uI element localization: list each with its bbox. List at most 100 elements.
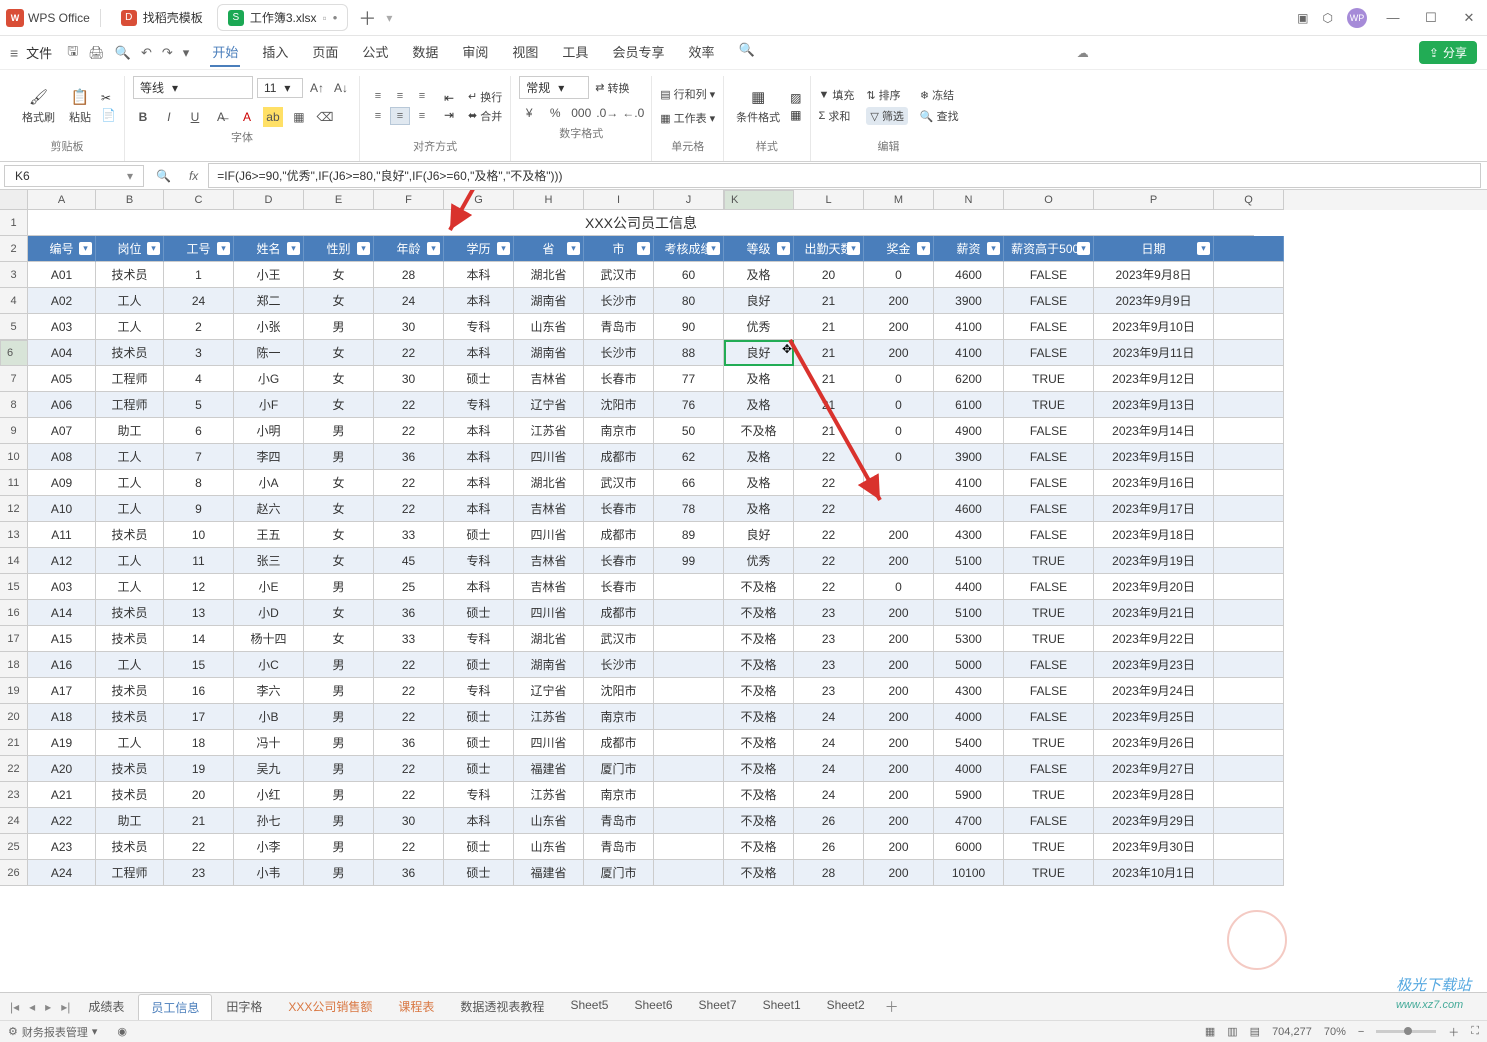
column-header-cell[interactable]: 工号▾ xyxy=(164,236,234,262)
data-cell[interactable]: 男 xyxy=(304,444,374,470)
data-cell[interactable]: 及格 xyxy=(724,496,794,522)
sheet-tab[interactable]: Sheet6 xyxy=(622,994,684,1020)
filter-dropdown-icon[interactable]: ▾ xyxy=(917,242,930,255)
data-cell[interactable]: 22 xyxy=(374,834,444,860)
align-right[interactable]: ≡ xyxy=(412,107,432,125)
empty-cell[interactable] xyxy=(1214,392,1284,418)
data-cell[interactable]: FALSE xyxy=(1004,496,1094,522)
data-cell[interactable]: 21 xyxy=(794,366,864,392)
data-cell[interactable]: 男 xyxy=(304,808,374,834)
tab-insert[interactable]: 插入 xyxy=(260,38,290,67)
data-cell[interactable]: 25 xyxy=(374,574,444,600)
data-cell[interactable]: 长春市 xyxy=(584,496,654,522)
next-sheet-icon[interactable]: ▸ xyxy=(41,1000,55,1014)
data-cell[interactable]: 郑二 xyxy=(234,288,304,314)
data-cell[interactable] xyxy=(654,652,724,678)
tab-page[interactable]: 页面 xyxy=(310,38,340,67)
data-cell[interactable]: 湖南省 xyxy=(514,652,584,678)
data-cell[interactable]: A15 xyxy=(28,626,96,652)
data-cell[interactable]: 小B xyxy=(234,704,304,730)
col-header-B[interactable]: B xyxy=(96,190,164,210)
convert-button[interactable]: ⇄转换 xyxy=(595,76,629,99)
data-cell[interactable]: TRUE xyxy=(1004,392,1094,418)
data-cell[interactable]: 四川省 xyxy=(514,600,584,626)
close-button[interactable]: ✕ xyxy=(1457,10,1481,26)
thousands-icon[interactable]: 000 xyxy=(571,103,591,123)
row-header[interactable]: 5 xyxy=(0,314,28,340)
data-cell[interactable]: 长春市 xyxy=(584,366,654,392)
data-cell[interactable]: 李六 xyxy=(234,678,304,704)
align-top-center[interactable]: ≡ xyxy=(390,87,410,105)
cell-style-icon[interactable]: ▨ xyxy=(790,91,801,105)
tab-menu-dropdown[interactable]: ▾ xyxy=(386,11,392,25)
data-cell[interactable]: 0 xyxy=(864,392,934,418)
data-cell[interactable]: 武汉市 xyxy=(584,470,654,496)
data-cell[interactable]: 200 xyxy=(864,704,934,730)
data-cell[interactable]: 女 xyxy=(304,548,374,574)
currency-icon[interactable]: ¥ xyxy=(519,103,539,123)
col-header-M[interactable]: M xyxy=(864,190,934,210)
tab-data[interactable]: 数据 xyxy=(410,38,440,67)
col-header-C[interactable]: C xyxy=(164,190,234,210)
data-cell[interactable] xyxy=(654,600,724,626)
undo-icon[interactable]: ↶ xyxy=(141,45,152,61)
data-cell[interactable]: 小C xyxy=(234,652,304,678)
row-header[interactable]: 16 xyxy=(0,600,28,626)
data-cell[interactable]: 本科 xyxy=(444,288,514,314)
sheet-tab[interactable]: Sheet5 xyxy=(558,994,620,1020)
decrease-font-icon[interactable]: A↓ xyxy=(331,78,351,98)
doc-tab-workbook[interactable]: S 工作簿3.xlsx ▫ • xyxy=(217,4,349,31)
data-cell[interactable]: 湖北省 xyxy=(514,470,584,496)
data-cell[interactable]: 8 xyxy=(164,470,234,496)
data-cell[interactable]: 女 xyxy=(304,288,374,314)
filter-dropdown-icon[interactable]: ▾ xyxy=(847,242,860,255)
data-cell[interactable]: 0 xyxy=(864,262,934,288)
data-cell[interactable]: 60 xyxy=(654,262,724,288)
col-header-O[interactable]: O xyxy=(1004,190,1094,210)
data-cell[interactable]: 3900 xyxy=(934,288,1004,314)
data-cell[interactable]: 2023年9月9日 xyxy=(1094,288,1214,314)
column-header-cell[interactable]: 岗位▾ xyxy=(96,236,164,262)
sheet-tab[interactable]: Sheet7 xyxy=(687,994,749,1020)
data-cell[interactable]: 女 xyxy=(304,392,374,418)
data-cell[interactable]: 4600 xyxy=(934,262,1004,288)
sheet-tab[interactable]: 成绩表 xyxy=(76,994,136,1020)
row-header[interactable]: 23 xyxy=(0,782,28,808)
data-cell[interactable]: 专科 xyxy=(444,392,514,418)
data-cell[interactable]: 工程师 xyxy=(96,860,164,886)
table-title[interactable]: XXX公司员工信息 xyxy=(28,210,1254,236)
data-cell[interactable]: 小李 xyxy=(234,834,304,860)
hamburger-icon[interactable]: ≡ xyxy=(10,45,18,61)
col-header-D[interactable]: D xyxy=(234,190,304,210)
filter-dropdown-icon[interactable]: ▾ xyxy=(987,242,1000,255)
data-cell[interactable]: 45 xyxy=(374,548,444,574)
data-cell[interactable]: 专科 xyxy=(444,678,514,704)
empty-cell[interactable] xyxy=(1214,444,1284,470)
data-cell[interactable]: 不及格 xyxy=(724,834,794,860)
data-cell[interactable]: 技术员 xyxy=(96,600,164,626)
data-cell[interactable]: 4900 xyxy=(934,418,1004,444)
zoom-in-icon[interactable]: ＋ xyxy=(1448,1024,1459,1040)
filter-dropdown-icon[interactable]: ▾ xyxy=(427,242,440,255)
filter-dropdown-icon[interactable]: ▾ xyxy=(777,242,790,255)
add-sheet-button[interactable]: ＋ xyxy=(879,997,905,1017)
data-cell[interactable]: 200 xyxy=(864,808,934,834)
data-cell[interactable]: 2023年9月30日 xyxy=(1094,834,1214,860)
column-header-cell[interactable]: 薪资高于5000▾ xyxy=(1004,236,1094,262)
data-cell[interactable]: 2023年9月13日 xyxy=(1094,392,1214,418)
data-cell[interactable]: 11 xyxy=(164,548,234,574)
data-cell[interactable]: FALSE xyxy=(1004,340,1094,366)
data-cell[interactable]: 武汉市 xyxy=(584,626,654,652)
data-cell[interactable]: FALSE xyxy=(1004,756,1094,782)
data-cell[interactable]: 福建省 xyxy=(514,860,584,886)
row-header[interactable]: 26 xyxy=(0,860,28,886)
empty-cell[interactable] xyxy=(1214,496,1284,522)
data-cell[interactable]: 2023年9月20日 xyxy=(1094,574,1214,600)
data-cell[interactable] xyxy=(864,470,934,496)
data-cell[interactable]: 优秀 xyxy=(724,548,794,574)
data-cell[interactable]: 技术员 xyxy=(96,756,164,782)
data-cell[interactable]: 长沙市 xyxy=(584,652,654,678)
empty-cell[interactable] xyxy=(1214,782,1284,808)
indent-left-icon[interactable]: ⇤ xyxy=(444,91,454,105)
data-cell[interactable]: 4 xyxy=(164,366,234,392)
